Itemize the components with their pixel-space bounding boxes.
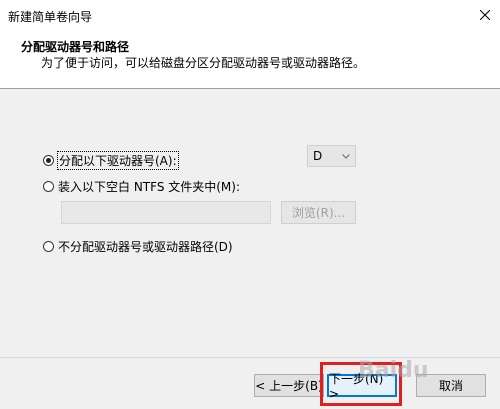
- wizard-header: 分配驱动器号和路径 为了便于访问，可以给磁盘分区分配驱动器号或驱动器路径。: [0, 30, 500, 88]
- browse-button[interactable]: 浏览(R)...: [281, 201, 356, 224]
- header-divider: [0, 88, 500, 89]
- folder-path-input[interactable]: [61, 201, 271, 224]
- drive-letter-select[interactable]: D: [307, 145, 356, 167]
- close-icon: [480, 10, 490, 20]
- window-title: 新建简单卷向导: [8, 10, 93, 24]
- mount-folder-radio[interactable]: [43, 181, 54, 192]
- back-button[interactable]: < 上一步(B): [254, 374, 324, 397]
- close-button[interactable]: [470, 0, 500, 30]
- page-subtitle: 为了便于访问，可以给磁盘分区分配驱动器号或驱动器路径。: [41, 56, 366, 70]
- mount-folder-label: 装入以下空白 NTFS 文件夹中(M):: [58, 180, 241, 194]
- watermark: Baidu: [358, 358, 429, 383]
- title-bar: 新建简单卷向导: [0, 0, 500, 30]
- assign-letter-radio[interactable]: [43, 155, 54, 166]
- assign-letter-option[interactable]: 分配以下驱动器号(A):: [43, 151, 179, 170]
- no-assign-option[interactable]: 不分配驱动器号或驱动器路径(D): [43, 238, 233, 255]
- no-assign-label: 不分配驱动器号或驱动器路径(D): [58, 240, 233, 254]
- chevron-down-icon: [342, 153, 350, 159]
- drive-letter-value: D: [313, 149, 323, 163]
- page-title: 分配驱动器号和路径: [21, 40, 130, 54]
- mount-folder-option[interactable]: 装入以下空白 NTFS 文件夹中(M):: [43, 178, 240, 195]
- assign-letter-label: 分配以下驱动器号(A):: [57, 151, 179, 170]
- no-assign-radio[interactable]: [43, 241, 54, 252]
